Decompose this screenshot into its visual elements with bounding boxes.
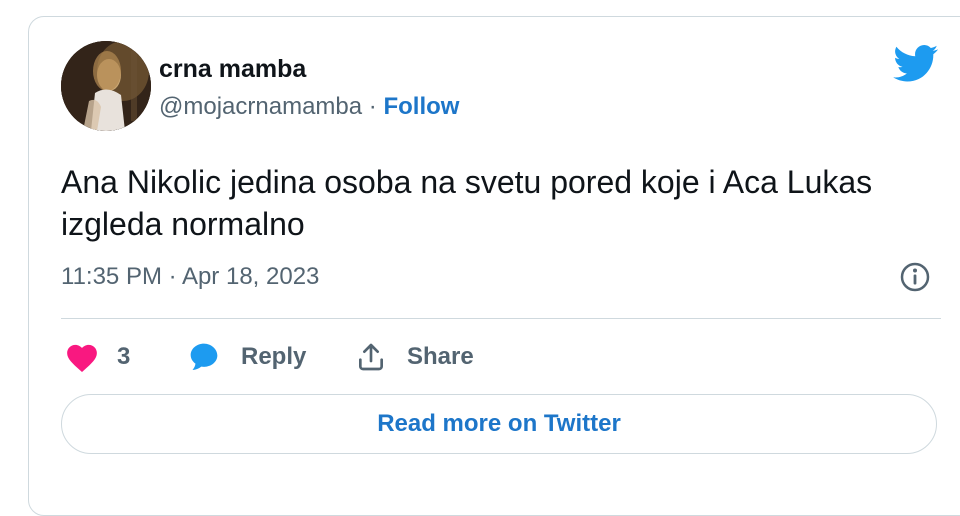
tweet-timestamp[interactable]: 11:35 PM · Apr 18, 2023 [61, 263, 319, 291]
heart-icon [67, 344, 97, 373]
speech-bubble-icon [190, 343, 218, 370]
reply-label: Reply [241, 343, 307, 370]
share-button[interactable]: Share [355, 339, 474, 375]
avatar[interactable] [61, 41, 151, 131]
follow-button[interactable]: Follow [383, 93, 459, 120]
author-display-name[interactable]: crna mamba [159, 55, 306, 84]
share-upload-icon [359, 343, 383, 371]
tweet-text: Ana Nikolic jedina osoba na svetu pored … [61, 164, 873, 242]
like-button[interactable]: 3 [65, 339, 130, 375]
info-icon[interactable] [899, 261, 931, 293]
reply-button[interactable]: Reply [187, 339, 306, 375]
share-label: Share [407, 343, 474, 370]
read-more-button[interactable]: Read more on Twitter [61, 394, 937, 454]
avatar-photo [61, 41, 151, 131]
twitter-bird-icon[interactable] [893, 45, 939, 83]
author-handle[interactable]: @mojacrnamamba [159, 93, 362, 120]
divider [61, 318, 941, 319]
handle-separator: · [368, 93, 377, 120]
tweet-card: crna mamba @mojacrnamamba · Follow Ana N… [28, 16, 960, 516]
author-handle-line: @mojacrnamamba · Follow [159, 93, 459, 121]
like-count: 3 [117, 343, 131, 370]
